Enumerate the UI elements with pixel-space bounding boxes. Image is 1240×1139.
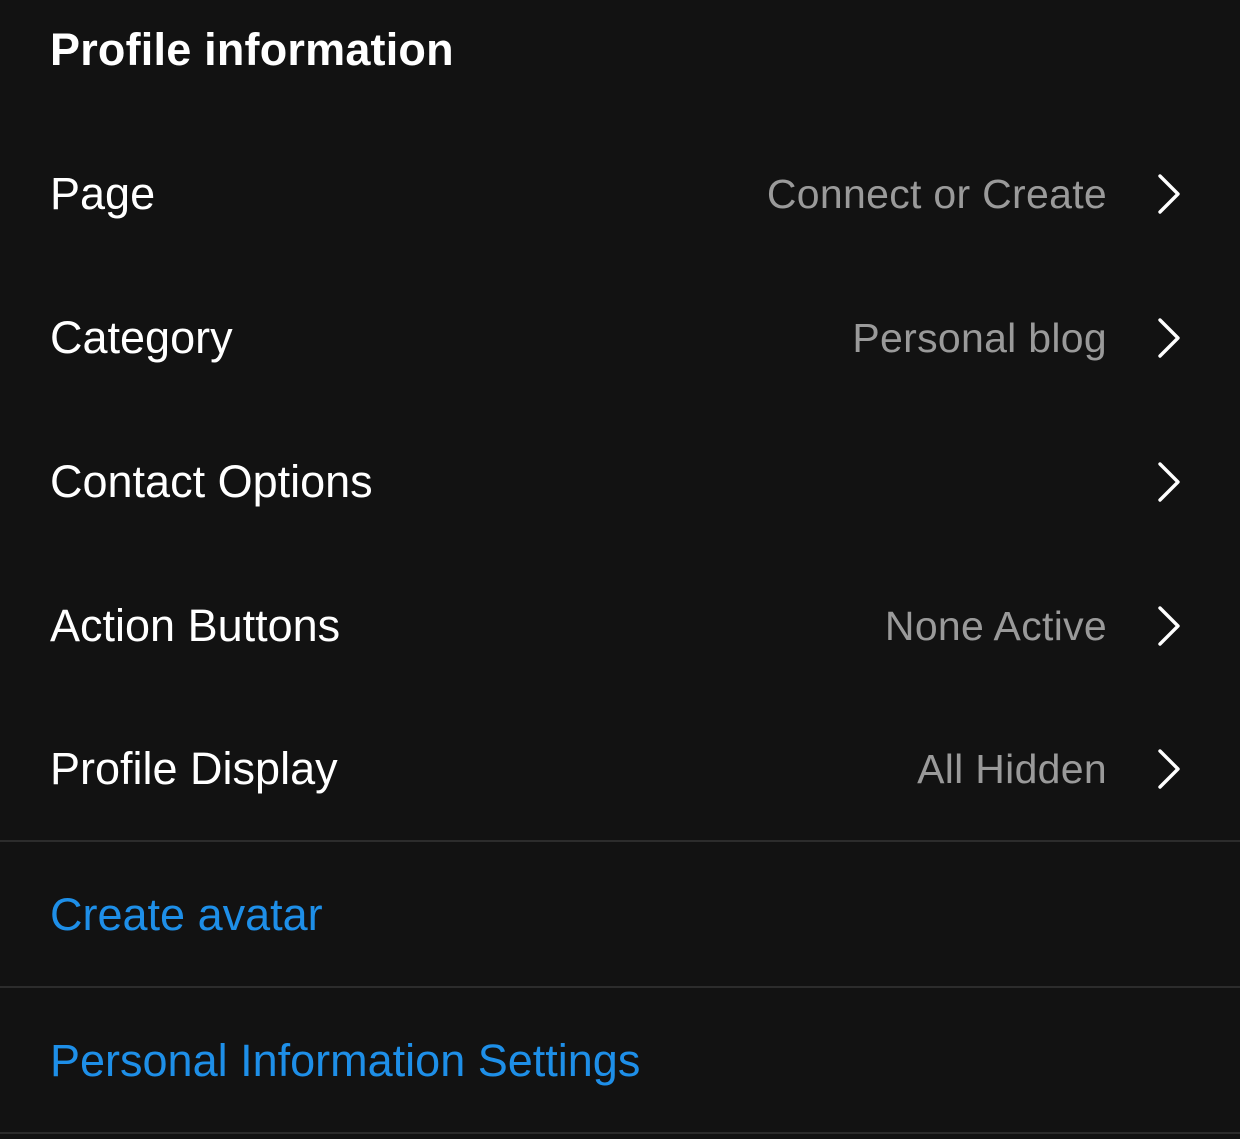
row-label-action-buttons: Action Buttons xyxy=(50,600,341,651)
row-category[interactable]: Category Personal blog xyxy=(0,266,1240,410)
personal-information-settings-label: Personal Information Settings xyxy=(50,1035,641,1086)
chevron-right-icon xyxy=(1156,460,1182,504)
divider xyxy=(0,840,1240,842)
row-label-category: Category xyxy=(50,312,233,363)
chevron-right-icon xyxy=(1156,172,1182,216)
chevron-right-icon xyxy=(1156,604,1182,648)
create-avatar-label: Create avatar xyxy=(50,889,323,940)
row-label-page: Page xyxy=(50,168,156,219)
section-title: Profile information xyxy=(50,24,454,75)
create-avatar-link[interactable]: Create avatar xyxy=(0,843,1240,987)
row-label-profile-display: Profile Display xyxy=(50,743,338,794)
divider xyxy=(0,1132,1240,1134)
row-value-page: Connect or Create xyxy=(766,171,1107,217)
row-action-buttons[interactable]: Action Buttons None Active xyxy=(0,554,1240,698)
row-label-contact-options: Contact Options xyxy=(50,456,373,507)
row-value-category: Personal blog xyxy=(852,315,1107,361)
row-value-profile-display: All Hidden xyxy=(917,746,1107,792)
row-page[interactable]: Page Connect or Create xyxy=(0,122,1240,266)
chevron-right-icon xyxy=(1156,316,1182,360)
divider xyxy=(0,986,1240,988)
row-value-action-buttons: None Active xyxy=(884,603,1107,649)
chevron-right-icon xyxy=(1156,747,1182,791)
row-profile-display[interactable]: Profile Display All Hidden xyxy=(0,697,1240,841)
personal-information-settings-link[interactable]: Personal Information Settings xyxy=(0,989,1240,1133)
profile-information-screen: Profile information Page Connect or Crea… xyxy=(0,0,1240,1139)
row-contact-options[interactable]: Contact Options xyxy=(0,410,1240,554)
